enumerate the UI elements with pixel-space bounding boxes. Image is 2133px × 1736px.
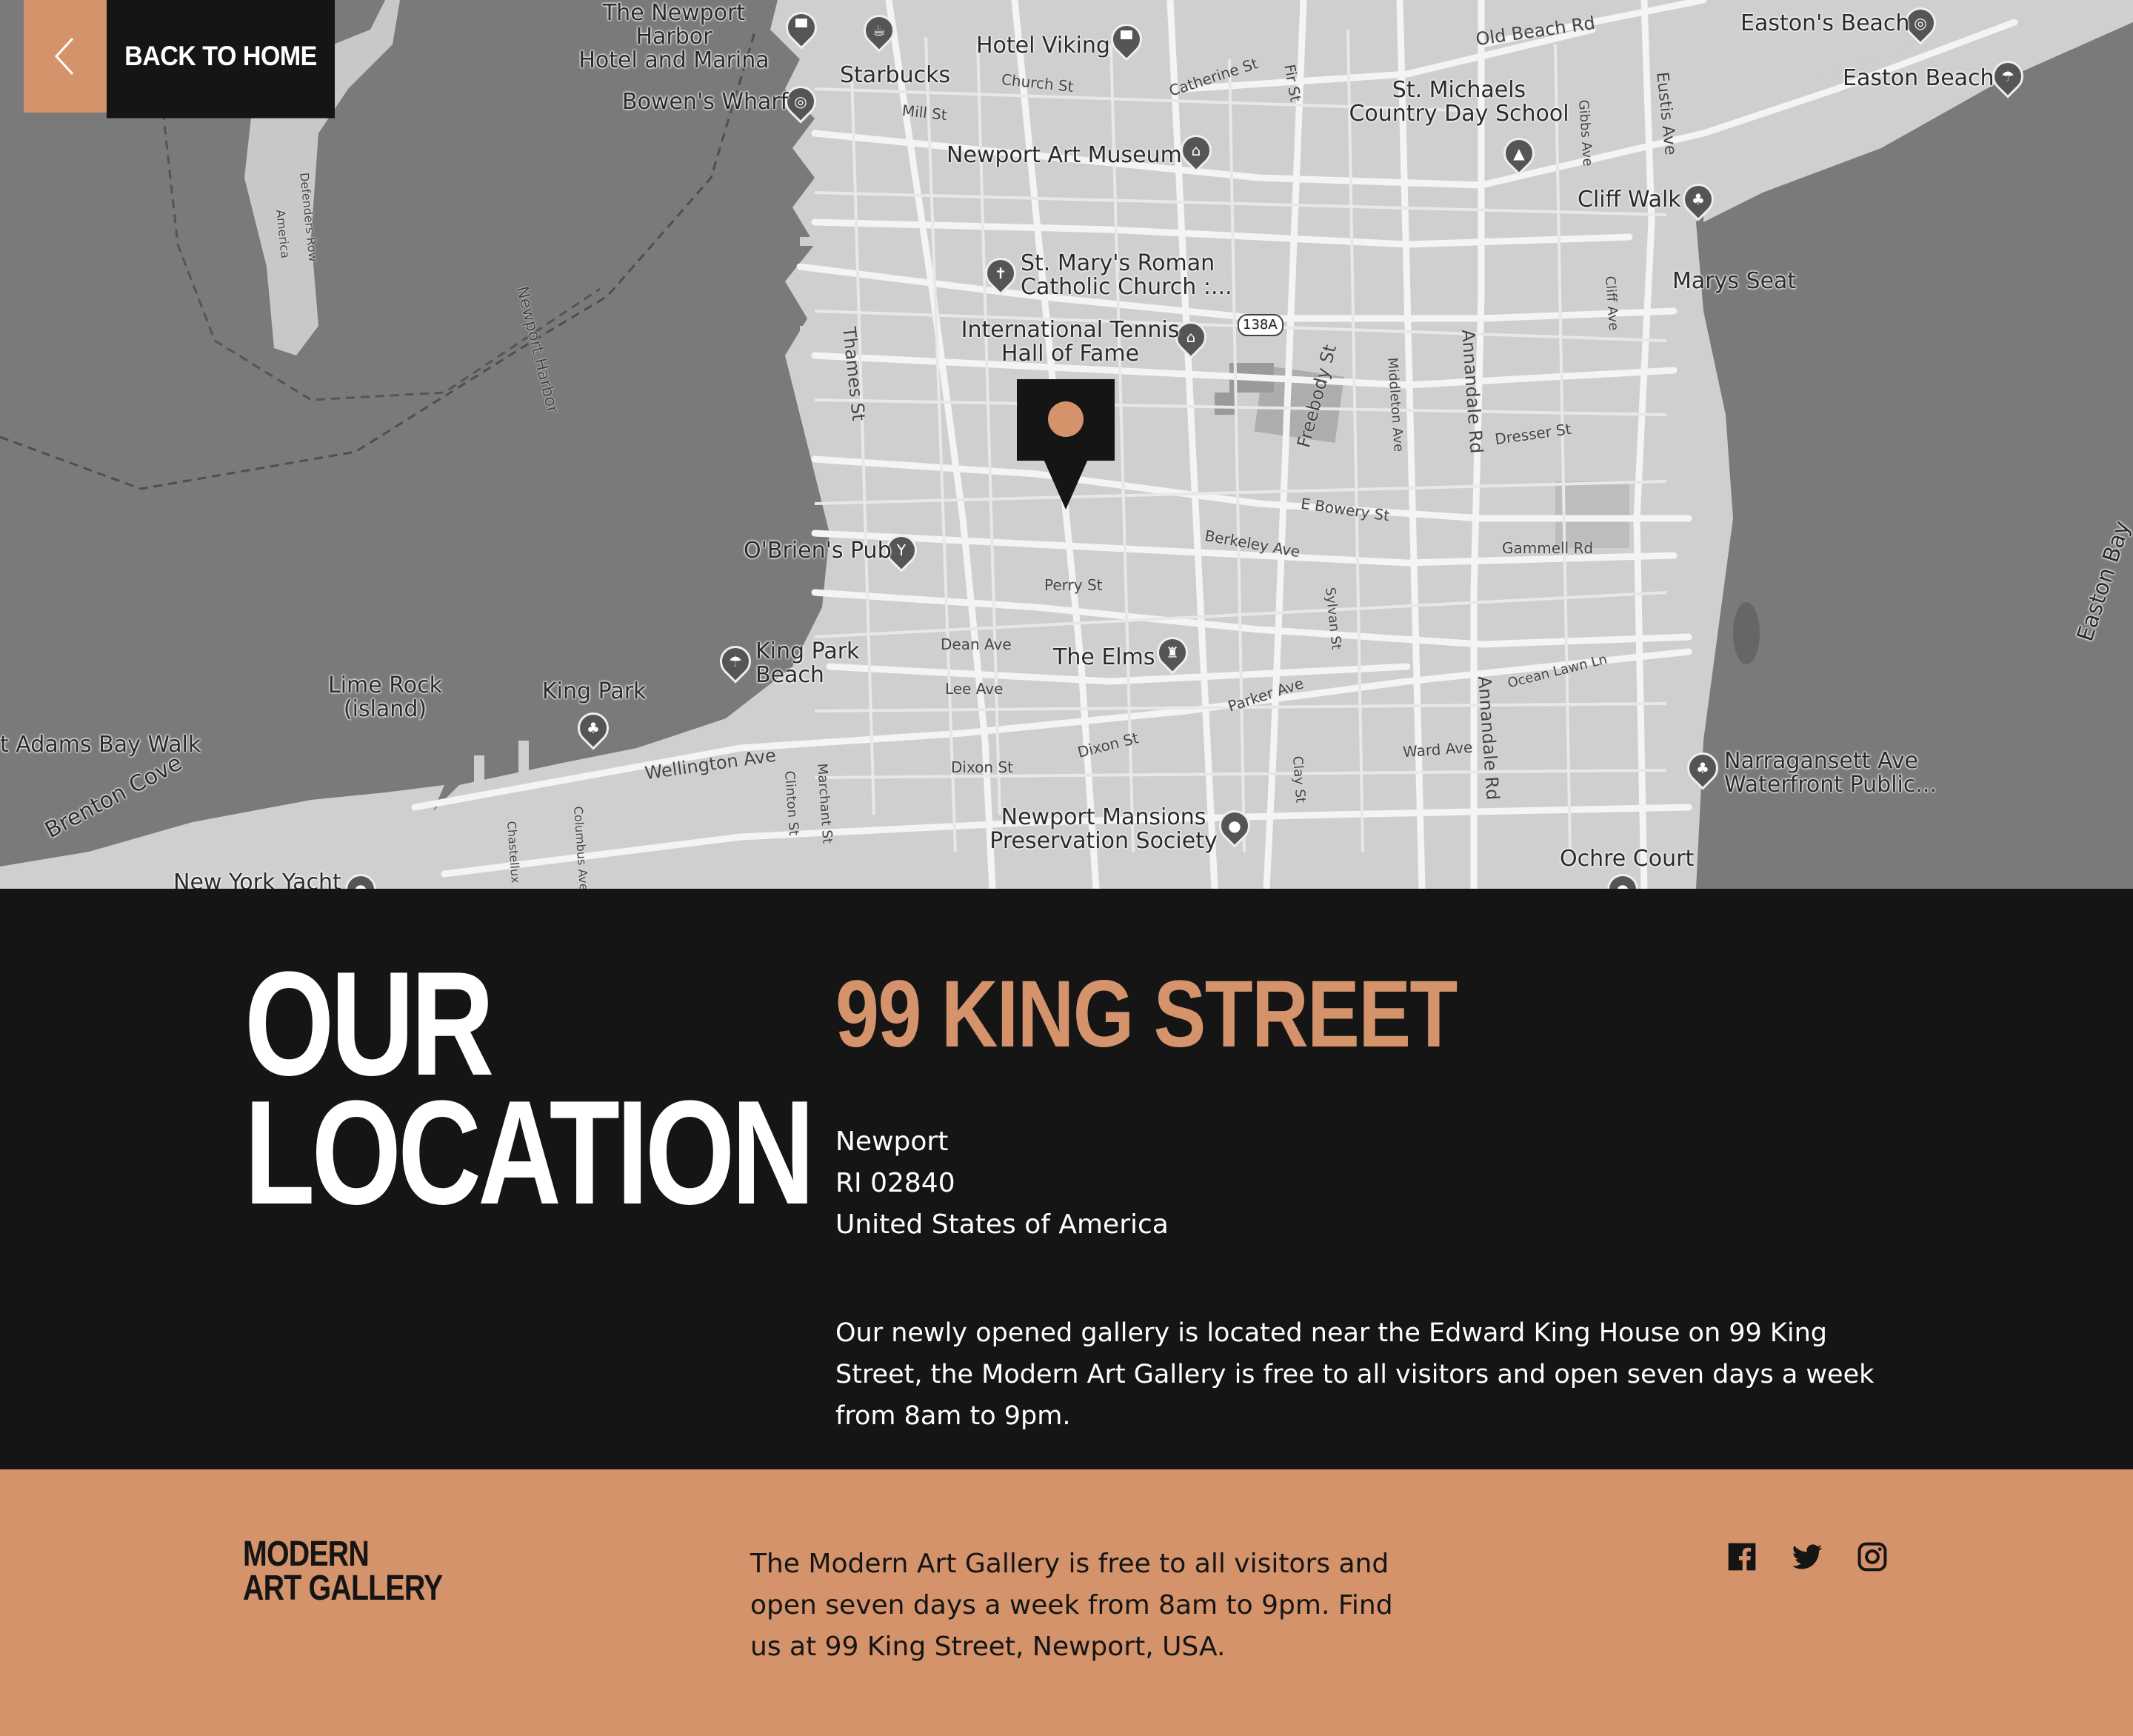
street-label: Gammell Rd — [1502, 539, 1594, 557]
logo-line2: ART GALLERY — [243, 1569, 443, 1608]
map-label[interactable]: Marys Seat — [1672, 270, 1796, 293]
back-arrow[interactable] — [24, 0, 107, 113]
logo-line1: MODERN — [243, 1535, 370, 1574]
map-label[interactable]: Ochre Court — [1560, 847, 1694, 871]
street-label: Dean Ave — [941, 635, 1012, 653]
map-label[interactable]: Narragansett Ave Waterfront Public... — [1724, 750, 1937, 797]
location-section: OUR LOCATION 99 KING STREET Newport RI 0… — [0, 889, 2133, 1469]
location-heading: OUR LOCATION — [244, 941, 815, 1235]
facebook-icon[interactable] — [1726, 1540, 1758, 1573]
map-label[interactable]: Newport Mansions Preservation Society — [985, 806, 1222, 853]
address-block: Newport RI 02840 United States of Americ… — [835, 1121, 1169, 1246]
map-label[interactable]: Easton Beach — [1843, 67, 1995, 90]
gallery-logo[interactable]: MODERN ART GALLERY — [243, 1535, 443, 1608]
location-description: Our newly opened gallery is located near… — [835, 1318, 1875, 1431]
location-heading-line2: LOCATION — [244, 1070, 815, 1235]
map-label[interactable]: The Elms — [1053, 646, 1155, 670]
map-label[interactable]: O'Brien's Pub — [744, 539, 892, 563]
address-region: RI 02840 — [835, 1168, 955, 1198]
footer-description: The Modern Art Gallery is free to all vi… — [750, 1549, 1393, 1662]
social-links — [1726, 1540, 1889, 1573]
chevron-left-icon — [54, 37, 74, 76]
map-label[interactable]: Lime Rock (island) — [326, 674, 444, 721]
route-shield: 138A — [1243, 317, 1278, 333]
map-label[interactable]: New York Yacht — [173, 871, 341, 889]
gallery-location-marker[interactable] — [1017, 379, 1115, 510]
map-label[interactable]: Easton's Beach — [1740, 12, 1909, 36]
marker-tip — [1044, 459, 1088, 510]
twitter-icon[interactable] — [1791, 1540, 1823, 1573]
map-label[interactable]: Hotel Viking — [976, 34, 1110, 58]
marker-dot — [1048, 401, 1084, 437]
street-label: Lee Ave — [945, 680, 1004, 698]
address-country: United States of America — [835, 1209, 1169, 1240]
footer: MODERN ART GALLERY The Modern Art Galler… — [0, 1469, 2133, 1736]
map-label[interactable]: King Park — [542, 680, 646, 704]
map-label[interactable]: King Park Beach — [755, 640, 859, 687]
map-label[interactable]: Newport Art Museum — [947, 144, 1182, 167]
street-label: Clay St — [1289, 755, 1309, 804]
location-map[interactable]: ▀ ☕ ▀ ◎ ⌂ ✝ ⌂ ▲ ◎ ☂ ♣ Y ☂ ♣ ♜ ● ♣ ● ● Th… — [0, 0, 2133, 889]
map-label[interactable]: Bowen's Wharf — [622, 90, 788, 114]
map-label[interactable]: The Newport Harbor Hotel and Marina — [563, 1, 785, 73]
map-label[interactable]: International Tennis Hall of Fame — [955, 318, 1185, 366]
street-address-heading: 99 KING STREET — [835, 961, 1458, 1067]
street-label: Perry St — [1044, 576, 1103, 594]
map-label[interactable]: Cliff Walk — [1578, 188, 1681, 212]
back-to-home-label[interactable]: Back to Home — [107, 0, 335, 118]
instagram-icon[interactable] — [1856, 1540, 1889, 1573]
street-label: Dixon St — [951, 758, 1013, 776]
address-city: Newport — [835, 1126, 949, 1157]
map-label[interactable]: St. Mary's Roman Catholic Church :... — [1021, 252, 1232, 299]
map-label[interactable]: St. Michaels Country Day School — [1348, 79, 1570, 126]
back-to-home-button[interactable]: Back to Home — [24, 0, 335, 118]
location-heading-line1: OUR — [244, 941, 494, 1106]
map-label[interactable]: Starbucks — [840, 64, 950, 87]
